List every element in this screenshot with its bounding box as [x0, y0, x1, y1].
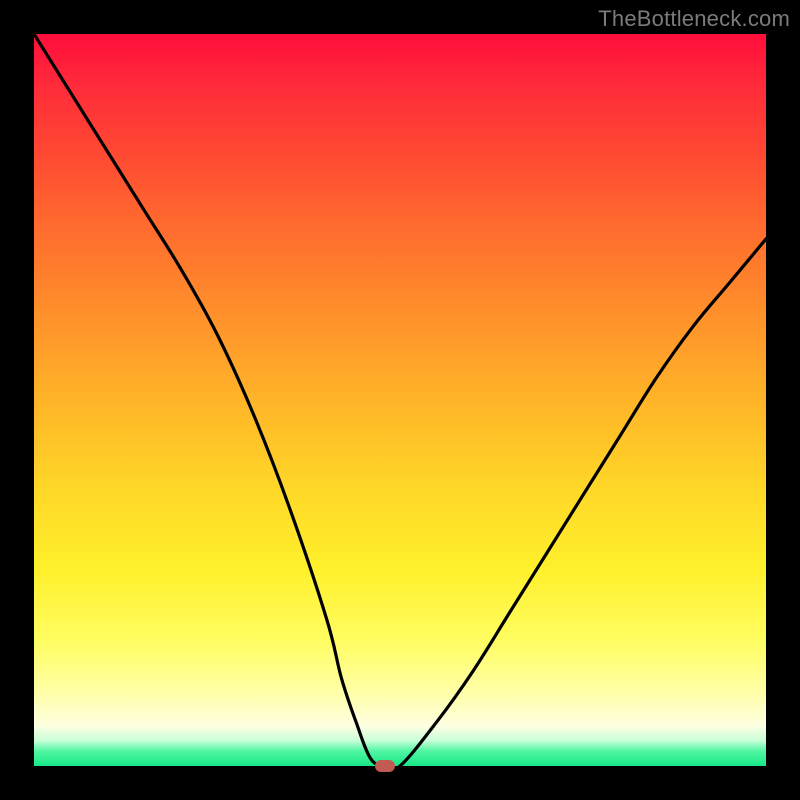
chart-frame: TheBottleneck.com	[0, 0, 800, 800]
watermark-text: TheBottleneck.com	[598, 6, 790, 32]
bottleneck-marker	[375, 760, 395, 772]
plot-area	[34, 34, 766, 766]
